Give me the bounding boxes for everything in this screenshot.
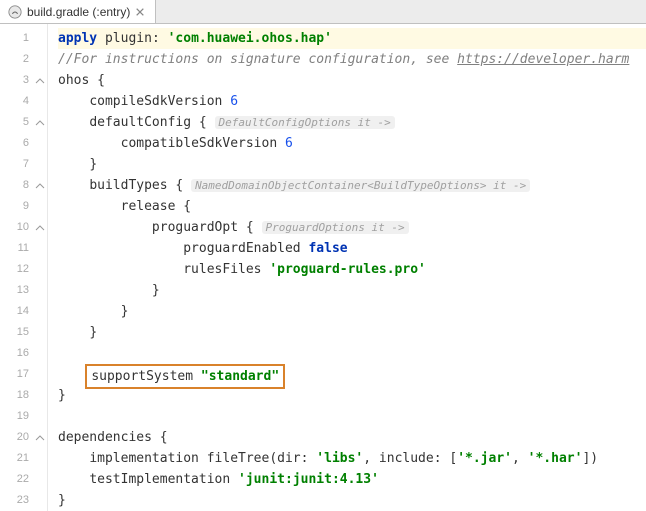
fold-icon[interactable] [33,116,45,128]
line-number: 8 [0,175,47,196]
code-line: proguardOpt { ProguardOptions it -> [58,217,646,238]
line-number: 19 [0,406,47,427]
line-number: 1 [0,28,47,49]
line-number: 18 [0,385,47,406]
inlay-hint: ProguardOptions it -> [262,221,409,234]
line-gutter: 1 2 3 4 5 6 7 8 9 10 11 12 13 14 15 16 1… [0,24,48,511]
fold-icon[interactable] [33,221,45,233]
code-line: compileSdkVersion 6 [58,91,646,112]
line-number: 20 [0,427,47,448]
code-line: } [58,322,646,343]
code-line: buildTypes { NamedDomainObjectContainer<… [58,175,646,196]
line-number: 3 [0,70,47,91]
gradle-icon [8,5,22,19]
code-line: apply plugin: 'com.huawei.ohos.hap' [58,28,646,49]
close-icon[interactable] [135,6,147,18]
line-number: 5 [0,112,47,133]
line-number: 14 [0,301,47,322]
fold-icon[interactable] [33,179,45,191]
line-number: 17 [0,364,47,385]
code-line: release { [58,196,646,217]
code-line: testImplementation 'junit:junit:4.13' [58,469,646,490]
line-number: 7 [0,154,47,175]
line-number: 4 [0,91,47,112]
code-line: proguardEnabled false [58,238,646,259]
highlight-box: supportSystem "standard" [85,364,285,389]
code-line: supportSystem "standard" [58,364,646,385]
line-number: 23 [0,490,47,511]
inlay-hint: DefaultConfigOptions it -> [215,116,395,129]
tab-label: build.gradle (:entry) [27,5,130,19]
code-line: implementation fileTree(dir: 'libs', inc… [58,448,646,469]
tab-bar: build.gradle (:entry) [0,0,646,24]
code-line: defaultConfig { DefaultConfigOptions it … [58,112,646,133]
code-line: rulesFiles 'proguard-rules.pro' [58,259,646,280]
line-number: 15 [0,322,47,343]
code-editor[interactable]: 1 2 3 4 5 6 7 8 9 10 11 12 13 14 15 16 1… [0,24,646,511]
tab-build-gradle[interactable]: build.gradle (:entry) [0,0,156,23]
fold-icon[interactable] [33,431,45,443]
line-number: 2 [0,49,47,70]
code-line [58,406,646,427]
inlay-hint: NamedDomainObjectContainer<BuildTypeOpti… [191,179,530,192]
code-line: } [58,280,646,301]
line-number: 10 [0,217,47,238]
line-number: 22 [0,469,47,490]
line-number: 11 [0,238,47,259]
line-number: 9 [0,196,47,217]
line-number: 16 [0,343,47,364]
code-line: } [58,301,646,322]
code-area[interactable]: apply plugin: 'com.huawei.ohos.hap' //Fo… [48,24,646,511]
code-line: } [58,154,646,175]
line-number: 6 [0,133,47,154]
code-line: dependencies { [58,427,646,448]
code-line: } [58,490,646,511]
line-number: 21 [0,448,47,469]
code-line: ohos { [58,70,646,91]
line-number: 13 [0,280,47,301]
code-line: compatibleSdkVersion 6 [58,133,646,154]
code-line: //For instructions on signature configur… [58,49,646,70]
code-line [58,343,646,364]
line-number: 12 [0,259,47,280]
fold-icon[interactable] [33,74,45,86]
